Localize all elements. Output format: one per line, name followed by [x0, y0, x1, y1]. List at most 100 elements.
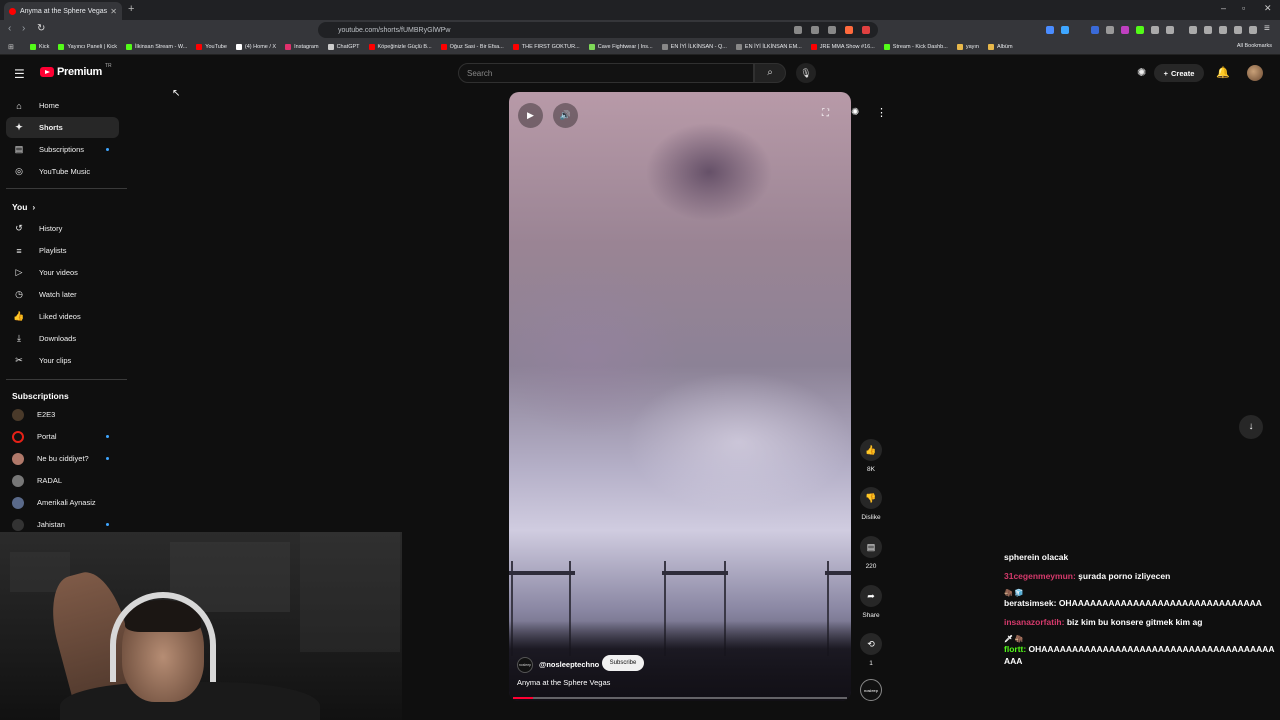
sidebar-item-downloads[interactable]: ⤓ Downloads [6, 328, 119, 349]
bookmark-item[interactable]: Cave Fightwear | Ins... [588, 44, 653, 50]
bookmark-item[interactable]: İlkinsan Stream - W... [126, 44, 187, 50]
subscription-item[interactable]: Amerikali Aynasiz [6, 492, 119, 513]
sidebar-item-your-clips[interactable]: ✂ Your clips [6, 350, 119, 371]
apps-grid-icon[interactable]: ⊞ [8, 43, 14, 51]
rewards-icon[interactable] [862, 26, 870, 34]
bookmark-item[interactable]: EN İYİ İLKİNSAN - Q... [661, 44, 727, 50]
extension-4-icon[interactable] [1106, 26, 1114, 34]
settings-sparkle-icon[interactable]: ✺ [851, 107, 859, 118]
bookmark-item[interactable]: Oğuz Sasi - Bir Efsa... [440, 44, 504, 50]
brave-shield-icon[interactable] [845, 26, 853, 34]
sidebar-toggle-icon[interactable] [1204, 26, 1212, 34]
forward-icon[interactable]: › [22, 23, 25, 34]
channel-avatar[interactable]: nosleep [517, 657, 533, 673]
cast-icon[interactable] [794, 26, 802, 34]
sidebar-item-history[interactable]: ↺ History [6, 218, 119, 239]
shield-icon[interactable] [1249, 26, 1257, 34]
like-button[interactable]: 👍 8K [859, 439, 883, 473]
dislike-button[interactable]: 👎 Dislike [856, 487, 886, 521]
share-icon[interactable] [828, 26, 836, 34]
extension-2-icon[interactable] [1061, 26, 1069, 34]
wallet-icon[interactable] [1219, 26, 1227, 34]
bookmark-item[interactable]: Kick [30, 44, 49, 50]
sidebar-item-subscriptions[interactable]: ▤ Subscriptions [6, 139, 119, 160]
bookmark-item[interactable]: Stream - Kick Dashb... [883, 44, 948, 50]
fullscreen-icon[interactable]: ⛶ [822, 108, 829, 119]
extension-7-icon[interactable] [1151, 26, 1159, 34]
you-section-header[interactable]: You › [12, 202, 35, 212]
subscription-item[interactable]: Portal [6, 426, 119, 447]
share-button[interactable]: ➦ Share [859, 585, 883, 619]
chat-message: insanazorfatih: biz kim bu konsere gitme… [1004, 617, 1276, 629]
bookmark-favicon-icon [588, 44, 595, 50]
chat-username: flortt: [1004, 644, 1029, 654]
extension-3-icon[interactable] [1091, 26, 1099, 34]
sidebar-item-youtube-music[interactable]: ◎ YouTube Music [6, 161, 119, 182]
bookmark-item[interactable]: ChatGPT [327, 44, 360, 50]
search-input[interactable]: Search [458, 63, 754, 83]
sidebar-item-playlists[interactable]: ≡ Playlists [6, 240, 119, 261]
bookmark-item[interactable]: THE FIRST GOKTUR... [512, 44, 580, 50]
sidebar-item-label: Watch later [39, 290, 77, 299]
subscription-item[interactable]: RADAL [6, 470, 119, 491]
bookmark-item[interactable]: yayın [956, 44, 979, 50]
browser-menu-icon[interactable]: ≡ [1264, 23, 1270, 34]
video-progress-bar[interactable] [513, 697, 847, 699]
shorts-video-player[interactable]: ▶ 🔊 ⛶ nosleep @nosleeptechno Subscribe A… [509, 92, 851, 701]
next-short-button[interactable]: ↓ [1239, 415, 1263, 439]
sidebar-item-home[interactable]: ⌂ Home [6, 95, 119, 116]
volume-button[interactable]: 🔊 [553, 103, 578, 128]
more-options-icon[interactable]: ⋮ [876, 106, 887, 119]
back-icon[interactable]: ‹ [8, 23, 11, 34]
comments-button[interactable]: ▤ 220 [859, 536, 883, 570]
channel-avatar [12, 474, 24, 487]
extension-6-icon[interactable] [1136, 26, 1144, 34]
user-avatar[interactable] [1247, 65, 1263, 81]
all-bookmarks-button[interactable]: All Bookmarks [1237, 43, 1272, 49]
mouse-cursor-icon: ↖ [172, 88, 181, 99]
window-close-icon[interactable]: ✕ [1264, 3, 1272, 14]
notifications-bell-icon[interactable]: 🔔 [1216, 66, 1230, 79]
bookmark-item[interactable]: JRE MMA Show #16... [810, 44, 875, 50]
sidebar-item-watch-later[interactable]: ◷ Watch later [6, 284, 119, 305]
search-button[interactable]: ⌕ [754, 63, 786, 83]
minimize-icon[interactable]: – [1221, 3, 1226, 13]
bookmark-item[interactable]: (4) Home / X [235, 44, 276, 50]
voice-search-button[interactable]: 🎙 [796, 63, 816, 83]
sparkle-icon[interactable]: ✺ [1137, 66, 1146, 79]
extension-5-icon[interactable] [1121, 26, 1129, 34]
bookmark-item[interactable]: YouTube [196, 44, 227, 50]
new-tab-button[interactable]: + [128, 3, 134, 15]
zoom-icon[interactable] [811, 26, 819, 34]
bookmark-item[interactable]: Instagram [285, 44, 319, 50]
sound-source-button[interactable]: nosleep [859, 679, 883, 701]
bookmark-item[interactable]: Köpeğinizle Güçlü B... [368, 44, 432, 50]
sidebar-item-liked-videos[interactable]: 👍 Liked videos [6, 306, 119, 327]
sidebar-item-your-videos[interactable]: ▷ Your videos [6, 262, 119, 283]
media-icon[interactable] [1189, 26, 1197, 34]
youtube-premium-logo[interactable]: Premium TR [40, 63, 112, 78]
extension-8-icon[interactable] [1166, 26, 1174, 34]
sidebar-item-label: Your clips [39, 356, 72, 365]
create-button[interactable]: + Create [1154, 64, 1204, 82]
leo-icon[interactable] [1234, 26, 1242, 34]
subscribe-button[interactable]: Subscribe [602, 655, 644, 671]
video-title[interactable]: Anyma at the Sphere Vegas [517, 678, 610, 687]
browser-tab[interactable]: Anyma at the Sphere Vegas ✕ [4, 2, 122, 20]
close-tab-icon[interactable]: ✕ [110, 7, 117, 16]
bookmark-item[interactable]: EN İYİ İLKİNSAN EM... [735, 44, 802, 50]
channel-name[interactable]: @nosleeptechno [539, 660, 599, 669]
sidebar-item-label: Subscriptions [39, 145, 85, 154]
bookmark-item[interactable]: Yayıncı Paneli | Kick [58, 44, 117, 50]
subscription-item[interactable]: E2E3 [6, 404, 119, 425]
maximize-icon[interactable]: ▫ [1242, 3, 1245, 13]
extension-1-icon[interactable] [1046, 26, 1054, 34]
menu-hamburger-icon[interactable]: ☰ [14, 67, 25, 81]
bookmark-item[interactable]: Albüm [987, 44, 1013, 50]
subscription-item[interactable]: Ne bu ciddiyet? [6, 448, 119, 469]
remix-icon: ⟲ [860, 633, 882, 655]
play-button[interactable]: ▶ [518, 103, 543, 128]
sidebar-item-shorts[interactable]: ✦ Shorts [6, 117, 119, 138]
reload-icon[interactable]: ↻ [37, 23, 45, 34]
remix-button[interactable]: ⟲ 1 [859, 633, 883, 667]
